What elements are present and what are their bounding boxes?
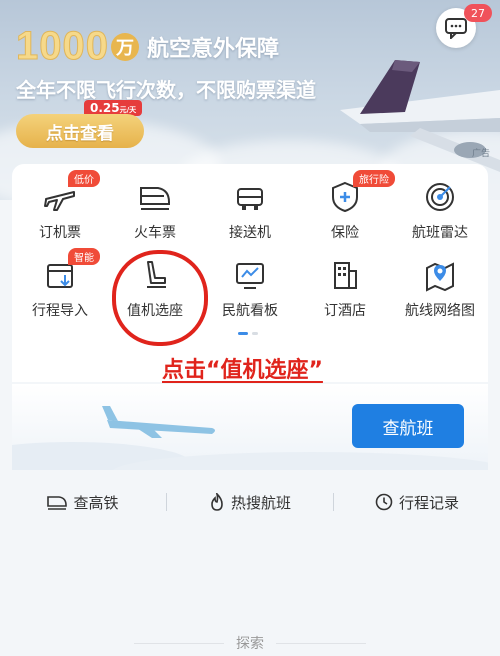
ad-label: 广告 [471,149,490,159]
quick-link-label: 行程记录 [398,493,459,512]
search-flights-button[interactable]: 查航班 [352,404,464,448]
quick-link-label: 查高铁 [73,493,119,512]
banner-title-text: 航空意外保障 [146,36,279,62]
train-icon [138,180,172,214]
divider [134,642,224,644]
service-checkin-seat[interactable]: 值机选座 [107,242,203,322]
service-tag: 智能 [68,248,100,265]
service-label: 保险 [331,225,359,241]
page-indicator [238,332,258,335]
service-aviation-dashboard[interactable]: 民航看板 [202,242,298,322]
chat-bubble-icon [445,18,467,39]
service-label: 值机选座 [127,303,183,319]
dashboard-icon [233,258,267,292]
service-label: 订酒店 [324,303,366,319]
service-label: 行程导入 [32,303,88,319]
service-tag: 低价 [68,170,100,187]
service-tag: 旅行险 [353,170,395,187]
quick-link-label: 热搜航班 [230,493,291,512]
hotel-icon [328,258,362,292]
banner-amount: 1000 [16,24,109,69]
quick-links-bar: 查高铁 热搜航班 行程记录 [0,474,500,530]
train-icon [47,496,68,510]
explore-section-header: 探索 [0,630,500,656]
quick-link-trending-flights[interactable]: 热搜航班 [167,492,333,513]
service-label: 民航看板 [222,303,278,319]
service-airport-transfer[interactable]: 接送机 [202,164,298,244]
quick-link-trip-history[interactable]: 行程记录 [334,492,500,513]
service-label: 接送机 [229,225,271,241]
service-flight-radar[interactable]: 航班雷达 [392,164,488,244]
service-itinerary-import[interactable]: 智能 行程导入 [12,242,108,322]
quick-link-high-speed-rail[interactable]: 查高铁 [0,492,166,513]
seat-icon [138,258,172,292]
service-book-hotel[interactable]: 订酒店 [297,242,393,322]
banner-title: 1000 万 航空意外保障 [16,24,279,69]
services-grid: 低价 订机票 火车票 接送机 旅行险 保险 航班雷达 智能 行程导入 值机选座 … [12,164,488,382]
service-book-flight[interactable]: 低价 订机票 [12,164,108,244]
service-route-map[interactable]: 航线网络图 [392,242,488,322]
service-label: 订机票 [39,225,81,241]
explore-label: 探索 [236,636,264,652]
unread-badge: 27 [464,4,492,22]
flame-icon [211,493,223,511]
service-label: 火车票 [134,225,176,241]
clock-icon [375,493,393,511]
view-details-button[interactable]: 点击查看 [16,114,144,148]
service-insurance[interactable]: 旅行险 保险 [297,164,395,244]
service-label: 航班雷达 [412,225,468,241]
price-unit: 元/天 [119,106,137,114]
price-value: 0.25 [90,101,120,115]
car-icon [233,180,267,214]
instruction-annotation: 点击“值机选座” [162,358,323,383]
service-label: 航线网络图 [405,303,475,319]
radar-icon [423,180,457,214]
service-train-ticket[interactable]: 火车票 [107,164,203,244]
map-pin-icon [423,258,457,292]
wan-badge: 万 [110,32,139,61]
banner-subtitle: 全年不限飞行次数，不限购票渠道 [16,78,316,102]
divider [276,642,366,644]
